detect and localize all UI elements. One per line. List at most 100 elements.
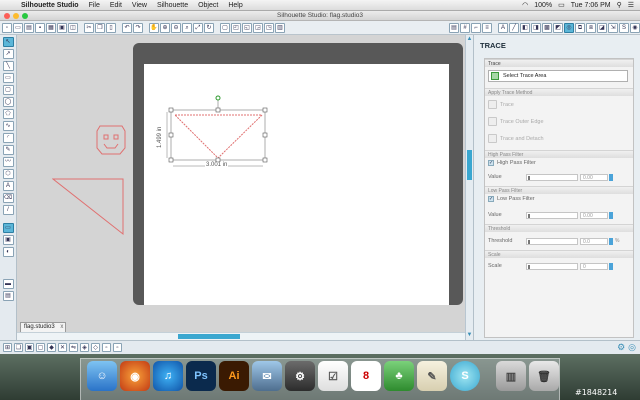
grid-icon[interactable]: # bbox=[460, 22, 470, 33]
store-mode-icon[interactable]: ▤ bbox=[2, 291, 14, 301]
zoom-select-icon[interactable]: ⌕ bbox=[182, 22, 192, 33]
delete-icon[interactable]: ✕ bbox=[58, 343, 67, 352]
design-view-icon[interactable]: ▭ bbox=[2, 223, 14, 233]
close-window-icon[interactable] bbox=[4, 13, 10, 19]
illustrator-icon[interactable]: Ai bbox=[219, 361, 249, 391]
menu-object[interactable]: Object bbox=[193, 2, 223, 9]
line-style-icon[interactable]: ╱ bbox=[509, 22, 519, 33]
group-objects-icon[interactable]: ▣ bbox=[25, 343, 34, 352]
release-compound-icon[interactable]: ◇ bbox=[91, 343, 100, 352]
compound-icon[interactable]: ◱ bbox=[242, 22, 252, 33]
spotlight-icon[interactable]: ⚲ bbox=[617, 1, 622, 9]
document-tab[interactable]: flag.studio3 x bbox=[20, 322, 66, 332]
select-tool-icon[interactable]: ↖ bbox=[2, 37, 14, 47]
trace-option[interactable]: Trace bbox=[488, 100, 514, 109]
threshold-slider[interactable] bbox=[526, 238, 578, 245]
document-tab-close-icon[interactable]: x bbox=[60, 324, 63, 330]
pan-icon[interactable]: ✋ bbox=[149, 22, 159, 33]
menu-app[interactable]: Silhouette Studio bbox=[16, 2, 84, 9]
registration-icon[interactable]: ⌐ bbox=[471, 22, 481, 33]
knife-tool-icon[interactable]: / bbox=[2, 205, 14, 215]
store-icon[interactable]: S bbox=[619, 22, 629, 33]
notifications-icon[interactable]: ☰ bbox=[628, 1, 634, 9]
photoshop-icon[interactable]: Ps bbox=[186, 361, 216, 391]
ellipse-tool-icon[interactable]: ◯ bbox=[2, 97, 14, 107]
high-pass-value-input[interactable]: 0.00 bbox=[580, 174, 608, 181]
low-pass-checkbox[interactable]: ✓ Low Pass Filter bbox=[488, 196, 535, 202]
send-back-icon[interactable]: ▥ bbox=[275, 22, 285, 33]
minimize-window-icon[interactable] bbox=[13, 13, 19, 19]
vertical-scrollbar[interactable]: ▲ ▼ bbox=[465, 35, 473, 340]
rectangle-tool-icon[interactable]: ▭ bbox=[2, 73, 14, 83]
scale-slider[interactable] bbox=[526, 263, 578, 270]
library-mode-icon[interactable]: ▬ bbox=[2, 279, 14, 289]
menu-view[interactable]: View bbox=[127, 2, 152, 9]
threshold-input[interactable]: 0.0 bbox=[580, 238, 608, 245]
cut-settings-gear-icon[interactable]: ◎ bbox=[628, 342, 636, 353]
paste-icon[interactable]: ▯ bbox=[106, 22, 116, 33]
library-icon[interactable]: ▤ bbox=[24, 22, 34, 33]
flip-icon[interactable]: ⇋ bbox=[69, 343, 78, 352]
finder-icon[interactable]: ☺ bbox=[87, 361, 117, 391]
polygon-tool-icon[interactable]: ⬠ bbox=[2, 109, 14, 119]
line-color-icon[interactable]: ◩ bbox=[553, 22, 563, 33]
fill-pattern-icon[interactable]: ▩ bbox=[542, 22, 552, 33]
ungroup-objects-icon[interactable]: ▢ bbox=[36, 343, 45, 352]
trash-icon[interactable]: 🗑 bbox=[529, 361, 559, 391]
transform-icon[interactable]: ⇲ bbox=[608, 22, 618, 33]
replicate-icon[interactable]: ⧈ bbox=[586, 22, 596, 33]
text-tool-icon[interactable]: A bbox=[2, 181, 14, 191]
undo-icon[interactable]: ↶ bbox=[122, 22, 132, 33]
scale-input[interactable]: 0 bbox=[580, 263, 608, 270]
eraser-tool-icon[interactable]: ⌫ bbox=[2, 193, 14, 203]
copy-icon[interactable]: ❐ bbox=[95, 22, 105, 33]
duplicate-icon[interactable]: ❏ bbox=[14, 343, 23, 352]
low-pass-value-input[interactable]: 0.00 bbox=[580, 212, 608, 219]
line-tool-icon[interactable]: ╲ bbox=[2, 61, 14, 71]
low-pass-stepper[interactable] bbox=[609, 212, 613, 219]
high-pass-checkbox[interactable]: ✓ High Pass Filter bbox=[488, 160, 536, 166]
text-style-icon[interactable]: A bbox=[498, 22, 508, 33]
group-icon[interactable]: ▢ bbox=[220, 22, 230, 33]
new-doc-icon[interactable]: ▫ bbox=[2, 22, 12, 33]
low-pass-slider[interactable] bbox=[526, 212, 578, 219]
smooth-freehand-icon[interactable]: 〰 bbox=[2, 157, 14, 167]
menu-edit[interactable]: Edit bbox=[105, 2, 127, 9]
scale-stepper[interactable] bbox=[609, 263, 613, 270]
edit-points-icon[interactable]: ↗ bbox=[2, 49, 14, 59]
select-all-icon[interactable]: ⊞ bbox=[3, 343, 12, 352]
steam-icon[interactable]: ⚙ bbox=[285, 361, 315, 391]
vertical-scroll-thumb[interactable] bbox=[467, 150, 472, 180]
freehand-tool-icon[interactable]: ✎ bbox=[2, 145, 14, 155]
ungroup-icon[interactable]: ◰ bbox=[231, 22, 241, 33]
zoom-in-icon[interactable]: ⊕ bbox=[160, 22, 170, 33]
redraw-icon[interactable]: ↻ bbox=[204, 22, 214, 33]
calendar-icon[interactable]: 8 bbox=[351, 361, 381, 391]
traced-face-shape[interactable] bbox=[94, 122, 128, 158]
menu-help[interactable]: Help bbox=[223, 2, 247, 9]
lock-icon[interactable]: ▫ bbox=[102, 343, 111, 352]
modify-icon[interactable]: ◪ bbox=[597, 22, 607, 33]
zoom-window-icon[interactable] bbox=[22, 13, 28, 19]
triangle-shape[interactable] bbox=[52, 177, 127, 237]
media-view-icon[interactable]: ▣ bbox=[2, 235, 14, 245]
itunes-icon[interactable]: ♫ bbox=[153, 361, 183, 391]
print-cut-icon[interactable]: ◫ bbox=[68, 22, 78, 33]
unlock-icon[interactable]: ▫ bbox=[113, 343, 122, 352]
library-panel-icon[interactable]: ◉ bbox=[630, 22, 640, 33]
threshold-stepper[interactable] bbox=[609, 238, 613, 245]
send-to-cutter-icon[interactable]: ▣ bbox=[57, 22, 67, 33]
settings-gear-icon[interactable]: ⚙ bbox=[617, 342, 625, 353]
battery-label[interactable]: 100% bbox=[534, 2, 552, 9]
cut-icon[interactable]: ✂ bbox=[84, 22, 94, 33]
trace-and-detach-option[interactable]: Trace and Detach bbox=[488, 134, 544, 143]
make-compound-icon[interactable]: ◈ bbox=[80, 343, 89, 352]
cut-settings-icon[interactable]: ≡ bbox=[482, 22, 492, 33]
battery-icon[interactable]: ▭ bbox=[558, 1, 565, 9]
textedit-icon[interactable]: ✎ bbox=[417, 361, 447, 391]
save-icon[interactable]: ▪ bbox=[35, 22, 45, 33]
tree-app-icon[interactable]: ♣ bbox=[384, 361, 414, 391]
trace-icon[interactable]: ◎ bbox=[564, 22, 574, 33]
reminders-icon[interactable]: ☑ bbox=[318, 361, 348, 391]
color-view-icon[interactable]: ◐ bbox=[2, 247, 14, 257]
